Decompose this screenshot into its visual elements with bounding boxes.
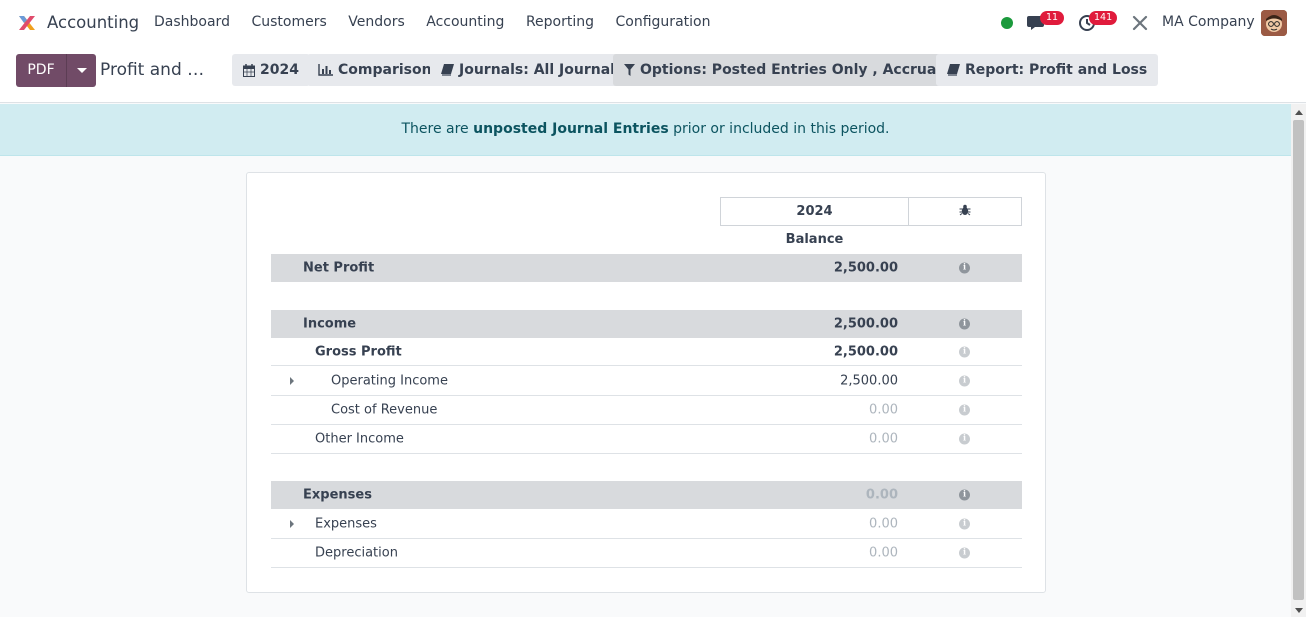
column-header-period[interactable]: 2024 [720, 197, 909, 226]
report-variant-button[interactable]: Report: Profit and Loss [936, 54, 1159, 86]
vertical-scrollbar[interactable] [1291, 104, 1306, 617]
activities-badge: 141 [1089, 11, 1118, 25]
line-label: Cost of Revenue [331, 402, 438, 418]
comparison-label: Comparison [338, 62, 432, 78]
line-value: 2,500.00 [833, 260, 898, 276]
book-icon [441, 64, 454, 76]
line-label: Income [303, 316, 357, 332]
info-icon[interactable] [959, 345, 970, 357]
menu-accounting[interactable]: Accounting [426, 14, 504, 30]
menu-configuration[interactable]: Configuration [616, 14, 711, 30]
expand-caret-icon[interactable] [290, 519, 294, 528]
line-value: 2,500.00 [840, 373, 898, 388]
unposted-entries-link[interactable]: unposted Journal Entries [473, 121, 669, 137]
menu-dashboard[interactable]: Dashboard [154, 14, 230, 30]
bug-icon [959, 204, 971, 216]
report-line-cost-of-revenue[interactable]: Cost of Revenue 0.00 [271, 396, 1022, 425]
report-line-expenses[interactable]: Expenses 0.00 [271, 509, 1022, 539]
line-label: Other Income [315, 431, 404, 447]
line-value: 0.00 [869, 516, 898, 531]
line-label: Operating Income [331, 373, 448, 388]
unposted-entries-alert: There are unposted Journal Entries prior… [0, 104, 1291, 156]
scroll-up-arrow-icon[interactable] [1295, 110, 1303, 115]
balance-column-label: Balance [785, 232, 844, 247]
report-sheet: 2024 Balance Net Profit 2,500.00 Income … [246, 172, 1046, 593]
control-panel: PDF Profit and Loss 2024 Comparison Jour… [0, 46, 1306, 103]
messages-badge: 11 [1040, 11, 1064, 25]
report-line-other-income[interactable]: Other Income 0.00 [271, 425, 1022, 454]
info-icon[interactable] [959, 517, 970, 529]
column-header-debug[interactable] [908, 197, 1022, 226]
alert-suffix: prior or included in this period. [668, 121, 890, 137]
menu-customers[interactable]: Customers [251, 14, 326, 30]
filter-icon [624, 64, 635, 76]
debug-tools-icon[interactable] [1132, 15, 1148, 31]
line-value: 0.00 [869, 545, 898, 561]
report-title: Profit and Loss [100, 60, 208, 80]
report-variant-label: Report: Profit and Loss [965, 62, 1148, 78]
expand-caret-icon[interactable] [290, 376, 294, 385]
bar-chart-icon [318, 64, 333, 76]
report-line-gross-profit[interactable]: Gross Profit 2,500.00 [271, 338, 1022, 366]
report-line-income[interactable]: Income 2,500.00 [271, 310, 1022, 338]
date-filter-label: 2024 [260, 62, 299, 78]
report-line-net-profit[interactable]: Net Profit 2,500.00 [271, 254, 1022, 282]
journals-filter-button[interactable]: Journals: All Journals [430, 54, 635, 86]
line-value: 2,500.00 [833, 316, 898, 332]
journals-filter-label: Journals: All Journals [459, 62, 624, 78]
comparison-button[interactable]: Comparison [307, 54, 443, 86]
line-value: 0.00 [869, 431, 898, 447]
info-icon[interactable] [959, 489, 970, 501]
calendar-icon [243, 63, 255, 77]
pdf-dropdown-toggle[interactable] [66, 54, 96, 87]
main-menu: Dashboard Customers Vendors Accounting R… [154, 14, 732, 30]
scrollbar-thumb[interactable] [1293, 120, 1304, 600]
line-value: 2,500.00 [833, 344, 898, 359]
report-line-operating-income[interactable]: Operating Income 2,500.00 [271, 366, 1022, 396]
line-label: Expenses [315, 516, 377, 531]
top-navbar: Accounting Dashboard Customers Vendors A… [0, 0, 1306, 46]
report-line-depreciation[interactable]: Depreciation 0.00 [271, 539, 1022, 568]
pdf-button[interactable]: PDF [16, 54, 66, 87]
info-icon[interactable] [959, 404, 970, 416]
user-avatar[interactable] [1261, 10, 1287, 36]
info-icon[interactable] [959, 262, 970, 274]
info-icon[interactable] [959, 547, 970, 559]
info-icon[interactable] [959, 318, 970, 330]
book-icon [947, 64, 960, 76]
date-filter-button[interactable]: 2024 [232, 54, 310, 86]
online-status-icon [1001, 17, 1013, 29]
menu-vendors[interactable]: Vendors [348, 14, 404, 30]
line-label: Depreciation [315, 545, 398, 561]
line-label: Expenses [303, 487, 372, 503]
accounting-app-icon[interactable] [16, 12, 38, 34]
app-name[interactable]: Accounting [47, 13, 139, 32]
company-switcher[interactable]: MA Company [1162, 14, 1255, 30]
info-icon[interactable] [959, 433, 970, 445]
line-label: Net Profit [303, 260, 375, 276]
line-value: 0.00 [869, 402, 898, 418]
line-label: Gross Profit [315, 344, 402, 359]
alert-prefix: There are [401, 121, 474, 137]
report-line-expenses-total[interactable]: Expenses 0.00 [271, 481, 1022, 509]
scroll-down-arrow-icon[interactable] [1295, 608, 1303, 613]
line-value: 0.00 [865, 487, 898, 503]
info-icon[interactable] [959, 374, 970, 386]
menu-reporting[interactable]: Reporting [526, 14, 594, 30]
